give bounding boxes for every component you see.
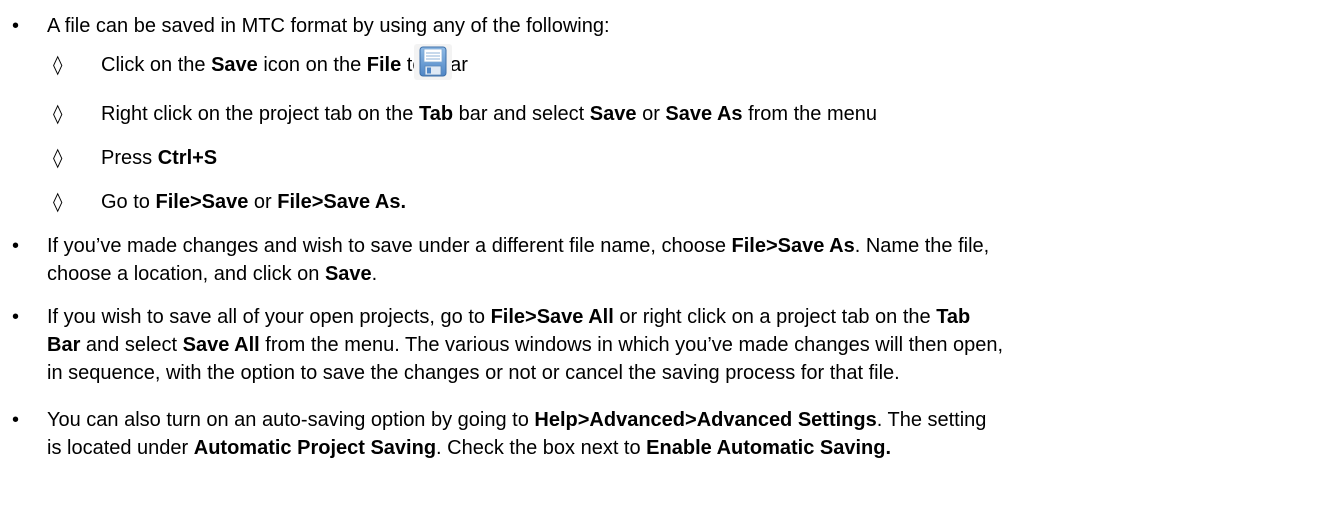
diamond-marker: ◊	[53, 191, 63, 213]
diamond-marker: ◊	[53, 147, 63, 169]
bullet-text: If you’ve made changes and wish to save …	[47, 232, 1332, 288]
text-line: choose a location, and click on Save.	[47, 263, 378, 285]
sub-item-text: Press Ctrl+S	[101, 147, 218, 169]
text-line: You can also turn on an auto-saving opti…	[47, 409, 987, 431]
bullet-dot: •	[12, 235, 20, 257]
text-line: is located under Automatic Project Savin…	[47, 437, 892, 459]
bullet-text: If you wish to save all of your open pro…	[47, 303, 1332, 387]
bullet-text: You can also turn on an auto-saving opti…	[47, 406, 1332, 462]
sub-item-text: Right click on the project tab on the Ta…	[101, 103, 878, 125]
text-line: If you wish to save all of your open pro…	[47, 306, 971, 328]
bullet-dot: •	[12, 409, 20, 431]
text-line: Bar and select Save All from the menu. T…	[47, 334, 1004, 356]
sub-item-text: Go to File>Save or File>Save As.	[101, 191, 407, 213]
diamond-marker: ◊	[53, 103, 63, 125]
bullet-text: A file can be saved in MTC format by usi…	[47, 15, 610, 37]
diamond-marker: ◊	[53, 54, 63, 76]
bullet-dot: •	[12, 306, 20, 328]
bullet-dot: •	[12, 15, 20, 37]
text-line: in sequence, with the option to save the…	[47, 362, 900, 384]
help-document: • A file can be saved in MTC format by u…	[0, 0, 1343, 511]
save-floppy-icon	[414, 44, 452, 80]
sub-item-text: Click on the Save icon on the File toolb…	[101, 54, 468, 76]
text-line: If you’ve made changes and wish to save …	[47, 235, 990, 257]
